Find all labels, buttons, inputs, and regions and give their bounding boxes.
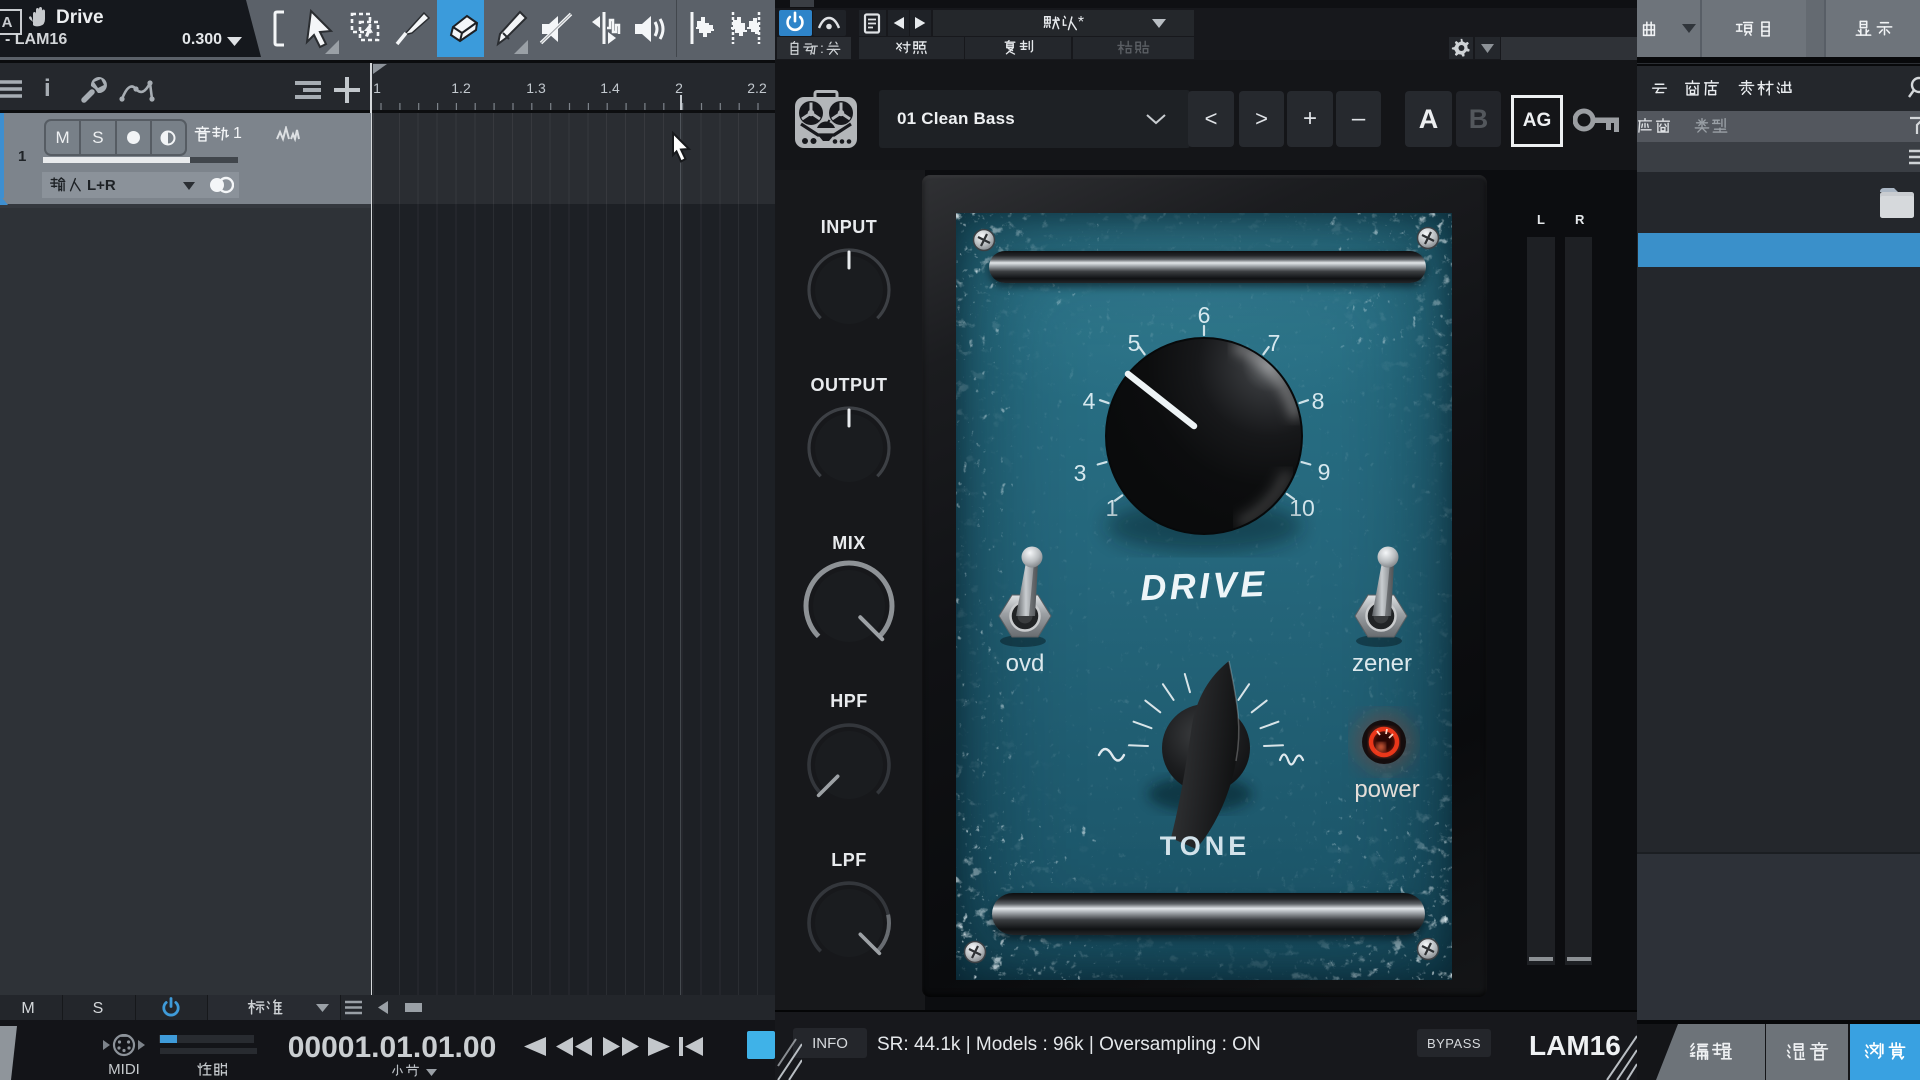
svg-text:7: 7 (1268, 330, 1281, 356)
svg-text:power: power (1354, 776, 1419, 803)
svg-text:9: 9 (1318, 459, 1331, 485)
svg-text:zener: zener (1352, 650, 1412, 677)
svg-text:6: 6 (1198, 302, 1211, 328)
svg-text:5: 5 (1128, 330, 1141, 356)
svg-text:DRIVE: DRIVE (1140, 563, 1269, 608)
svg-text:TONE: TONE (1160, 831, 1251, 861)
svg-text:ovd: ovd (1006, 650, 1045, 677)
svg-text:4: 4 (1083, 388, 1096, 414)
svg-text:8: 8 (1312, 388, 1325, 414)
svg-text:3: 3 (1074, 460, 1087, 486)
